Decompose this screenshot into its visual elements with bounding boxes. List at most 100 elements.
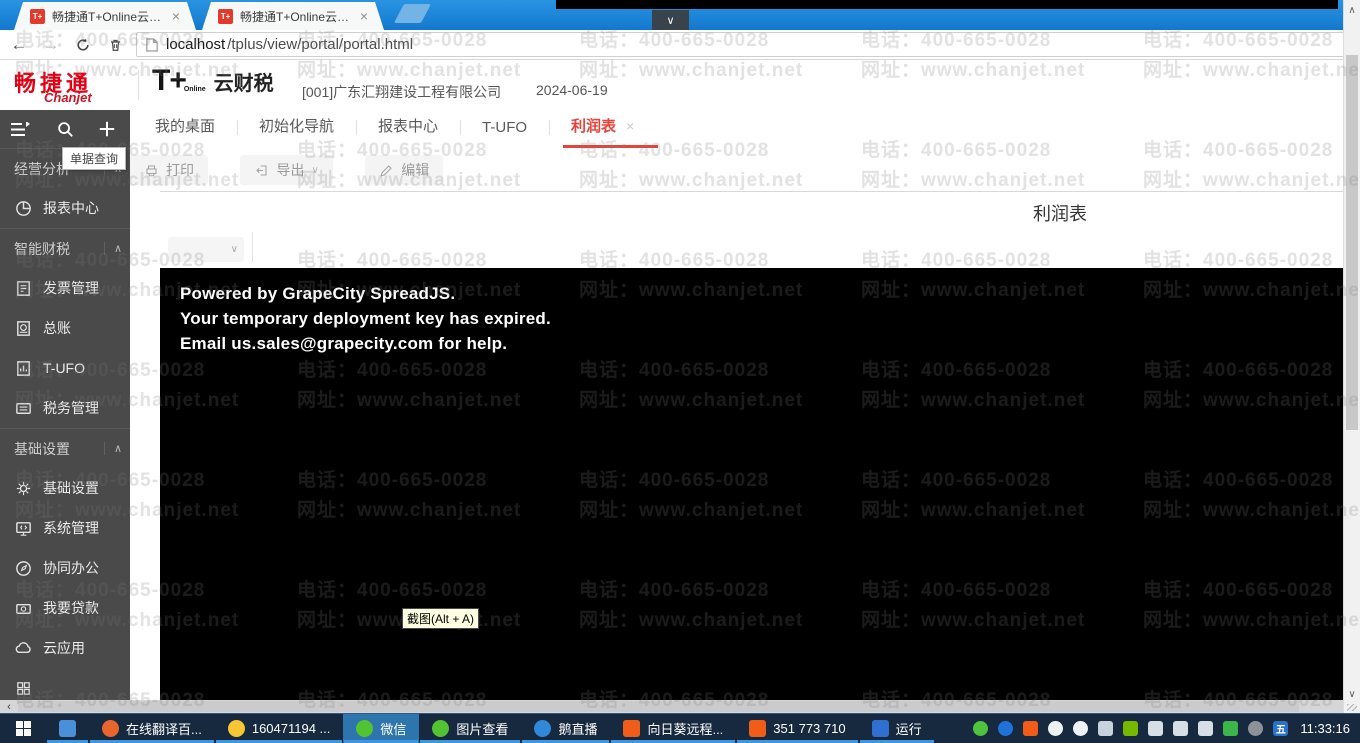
sidebar-item-pie[interactable]: 报表中心 (0, 188, 130, 228)
tray-icon-shape (1248, 721, 1264, 736)
tray-icon-shape (1173, 721, 1189, 736)
tray-nvidia[interactable] (1123, 721, 1139, 736)
resize-grip[interactable] (1347, 704, 1357, 711)
taskbar-item-image-viewer[interactable]: 图片查看 (419, 714, 521, 743)
taskbar-item-wechat[interactable]: 微信 (343, 714, 420, 743)
tab-title: 畅捷通T+Online云财税 (52, 9, 165, 24)
add-icon[interactable] (98, 120, 116, 138)
tray-security-check[interactable] (1223, 721, 1239, 736)
tray-ime-wubi[interactable]: 五 (1273, 721, 1289, 736)
toolbar-button-edit[interactable]: 编辑 (365, 155, 444, 185)
portal-tab-close-icon[interactable] (626, 118, 634, 134)
spreadjs-license-message: Powered by GrapeCity SpreadJS. Your tempo… (160, 268, 1343, 356)
portal-tab[interactable]: 我的桌面 (155, 115, 215, 148)
tab-close-icon[interactable] (360, 9, 368, 23)
tray-exit[interactable] (1248, 721, 1264, 736)
sidebar-item-label: 总账 (43, 320, 71, 336)
scroll-left-icon[interactable] (2, 700, 16, 713)
portal-tab-label: 我的桌面 (155, 118, 216, 135)
taskbar-item-sunflower-remote[interactable]: 351 773 710 (736, 714, 858, 743)
period-dropdown[interactable] (168, 237, 244, 262)
sidebar-item-tax[interactable]: 税务管理 (0, 388, 130, 428)
trash-icon[interactable] (102, 37, 128, 53)
sidebar-item-compass[interactable]: 协同办公 (0, 548, 130, 588)
sidebar-item-gear[interactable]: 基础设置 (0, 468, 130, 508)
portal-tab[interactable]: T-UFO (460, 119, 528, 148)
notification-dropdown-button[interactable] (652, 10, 689, 31)
browser-tab[interactable]: T+ 畅捷通T+Online云财税 (14, 2, 196, 30)
browser-tab[interactable]: T+ 畅捷通T+Online云财税 (202, 2, 384, 30)
sidebar-item-label: 报表中心 (43, 200, 99, 216)
dropdown-separator (252, 232, 253, 262)
toolbar-button-printer[interactable]: 打印 (130, 155, 208, 185)
sidebar-item-ledger[interactable]: 总账 (0, 308, 130, 348)
back-icon[interactable]: ← (6, 35, 32, 55)
tray-usb[interactable] (1148, 721, 1164, 736)
tray-qq[interactable] (1073, 721, 1089, 736)
portal-tab[interactable]: 利润表 (548, 115, 659, 148)
sidebar-item-icon (14, 479, 33, 498)
report-toolbar: 打印 导出 编辑 (130, 148, 1343, 192)
page-icon (146, 37, 158, 52)
portal-tab-label: T-UFO (482, 119, 528, 136)
taskbar-app-label: 微信 (380, 722, 407, 737)
sidebar-item[interactable]: 智能财税 (0, 228, 130, 268)
sidebar-item-report[interactable]: T-UFO (0, 348, 130, 388)
tray-projector-alert[interactable] (1173, 721, 1189, 736)
windows-taskbar: 在线翻译百... 160471194 ... 微信 图片查看 鹅直播 向日葵远程… (0, 713, 1360, 743)
tray-icon-shape (1198, 721, 1214, 736)
taskbar-item-translate-browser[interactable]: 在线翻译百... (89, 714, 215, 743)
tray-sunflower[interactable] (1023, 721, 1039, 736)
url-field[interactable]: localhost/tplus/view/portal/portal.html (136, 32, 1348, 57)
tab-close-icon[interactable] (172, 9, 180, 23)
taskbar-app-icon (432, 720, 450, 737)
forward-icon[interactable]: → (38, 35, 64, 55)
portal-tab[interactable]: 报表中心 (356, 115, 438, 148)
new-tab-button[interactable] (393, 4, 432, 23)
taskbar-item-qq-number[interactable]: 160471194 ... (215, 714, 344, 743)
collapse-chevron-icon[interactable] (103, 442, 122, 455)
taskbar-item-calculator[interactable] (46, 714, 89, 743)
taskbar-item-sunflower-remote[interactable]: 向日葵远程... (610, 714, 736, 743)
tray-icon-shape (1123, 721, 1139, 736)
sidebar-item-label: 基础设置 (14, 440, 70, 457)
sidebar-item-cloud[interactable]: 云应用 (0, 628, 130, 668)
taskbar-item-goose-live[interactable]: 鹅直播 (521, 714, 610, 743)
tray-icon-shape (1148, 721, 1164, 736)
windows-logo-icon (15, 721, 31, 736)
chevron-down-icon[interactable] (311, 165, 318, 176)
vertical-scrollbar[interactable] (1343, 0, 1360, 713)
taskbar-item-run[interactable]: 运行 (859, 714, 935, 743)
tray-qq[interactable] (1048, 721, 1064, 736)
tray-wechat[interactable] (973, 721, 989, 736)
search-icon[interactable] (56, 120, 74, 138)
collapse-chevron-icon[interactable] (103, 242, 122, 255)
tray-volume[interactable] (1198, 721, 1214, 736)
sidebar-item-monitor[interactable]: 系统管理 (0, 508, 130, 548)
horizontal-scrollbar-thumb[interactable] (18, 701, 1299, 712)
sidebar-item-app[interactable] (0, 668, 130, 700)
toolbar-button-icon (144, 163, 159, 178)
taskbar-clock[interactable]: 11:33:16 (1296, 714, 1360, 743)
toolbar-button-label: 打印 (166, 162, 194, 178)
tray-bluetooth[interactable] (998, 721, 1014, 736)
sidebar-item[interactable]: 基础设置 (0, 428, 130, 468)
portal-tab[interactable]: 初始化导航 (237, 115, 334, 148)
sidebar-item-label: 税务管理 (43, 400, 99, 416)
portal-tab-label: 利润表 (571, 118, 617, 135)
scroll-down-icon[interactable] (1344, 686, 1360, 702)
taskbar-app-label: 运行 (895, 722, 922, 737)
start-button[interactable] (0, 714, 46, 743)
menu-icon[interactable] (10, 121, 32, 137)
tray-wifi[interactable] (1098, 721, 1114, 736)
horizontal-scrollbar[interactable] (0, 700, 1343, 713)
taskbar-app-label: 351 773 710 (773, 721, 846, 736)
refresh-icon[interactable] (70, 37, 96, 53)
sidebar-item-loan[interactable]: 我要贷款 (0, 588, 130, 628)
scroll-up-icon[interactable] (1344, 2, 1360, 18)
sidebar-item-invoice[interactable]: 发票管理 (0, 268, 130, 308)
vertical-scrollbar-thumb[interactable] (1346, 55, 1358, 430)
tray-icon-shape (998, 721, 1014, 736)
toolbar-button-export[interactable]: 导出 (240, 155, 333, 185)
sidebar: 经营分析 报表中心 智能财税 发票管理 (0, 110, 130, 700)
